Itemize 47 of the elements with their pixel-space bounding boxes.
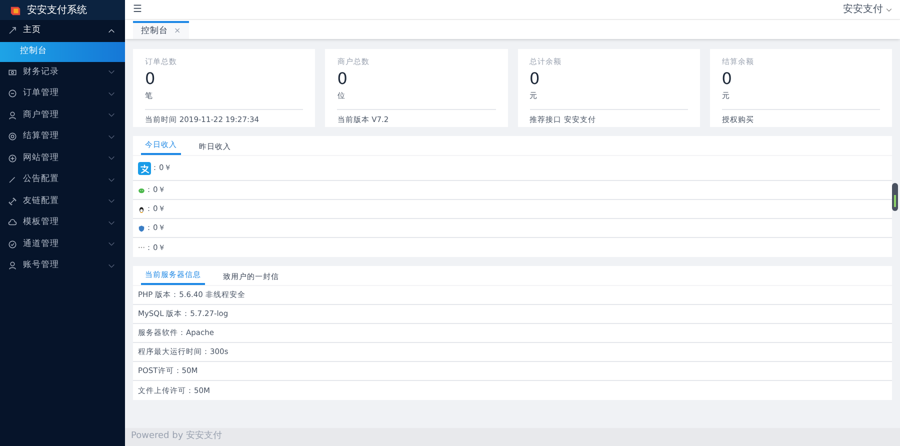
- card-value: 0: [337, 68, 348, 88]
- sidebar-item[interactable]: 结算管理: [0, 126, 125, 148]
- alipay-icon: [138, 162, 151, 174]
- chevron-down-icon: [108, 156, 115, 160]
- check-circle-icon: [8, 240, 17, 249]
- chevron-down-icon: [108, 199, 115, 204]
- sidebar-item[interactable]: 订单管理: [0, 83, 125, 104]
- card-value: 0: [530, 68, 541, 88]
- sidebar-item[interactable]: 账号管理: [0, 255, 125, 276]
- chevron-down-icon[interactable]: [886, 8, 892, 12]
- shield-icon: [138, 224, 145, 232]
- sidebar-item[interactable]: 商户管理: [0, 104, 125, 126]
- sidebar-item[interactable]: 网站管理: [0, 148, 125, 169]
- sidebar-item[interactable]: 通道管理: [0, 234, 125, 255]
- chat-bubble-icon: [138, 186, 145, 194]
- target-icon: [8, 132, 17, 142]
- chevron-down-icon: [108, 264, 115, 268]
- chevron-down-icon: [108, 242, 115, 246]
- plus-circle-icon: [8, 154, 17, 163]
- chevron-down-icon: [108, 178, 115, 182]
- logo-icon: [10, 4, 21, 16]
- chevron-down-icon: [108, 70, 115, 74]
- chevron-down-icon: [108, 113, 115, 118]
- side-handle[interactable]: [892, 183, 898, 211]
- cloud-icon: [8, 218, 17, 228]
- page-tab[interactable]: 控制台 ×: [133, 21, 189, 39]
- chevron-down-icon: [108, 220, 115, 225]
- chevron-down-icon: [108, 92, 115, 96]
- pen-icon: [8, 175, 17, 184]
- penguin-icon: [138, 206, 145, 212]
- footer-text: Powered by 安安支付: [131, 430, 222, 444]
- user-icon: [8, 110, 17, 120]
- sidebar-item[interactable]: 友链配置: [0, 190, 125, 212]
- card-value: 0: [145, 68, 156, 88]
- user-icon: [8, 261, 17, 270]
- circle-icon: [8, 89, 17, 98]
- chevron-down-icon: [108, 134, 115, 139]
- sidebar-item[interactable]: 公告配置: [0, 169, 125, 190]
- dots-icon: [138, 244, 145, 251]
- chevron-up-icon: [108, 28, 115, 33]
- app-title: 安安支付系统: [27, 4, 87, 18]
- card-value: 0: [722, 68, 733, 88]
- sidebar-item[interactable]: 财务记录: [0, 62, 125, 83]
- user-menu[interactable]: 安安支付: [843, 2, 883, 17]
- sidebar-item[interactable]: 主页: [0, 20, 125, 42]
- menu-icon[interactable]: ☰: [133, 2, 142, 17]
- sidebar-item[interactable]: 模板管理: [0, 212, 125, 234]
